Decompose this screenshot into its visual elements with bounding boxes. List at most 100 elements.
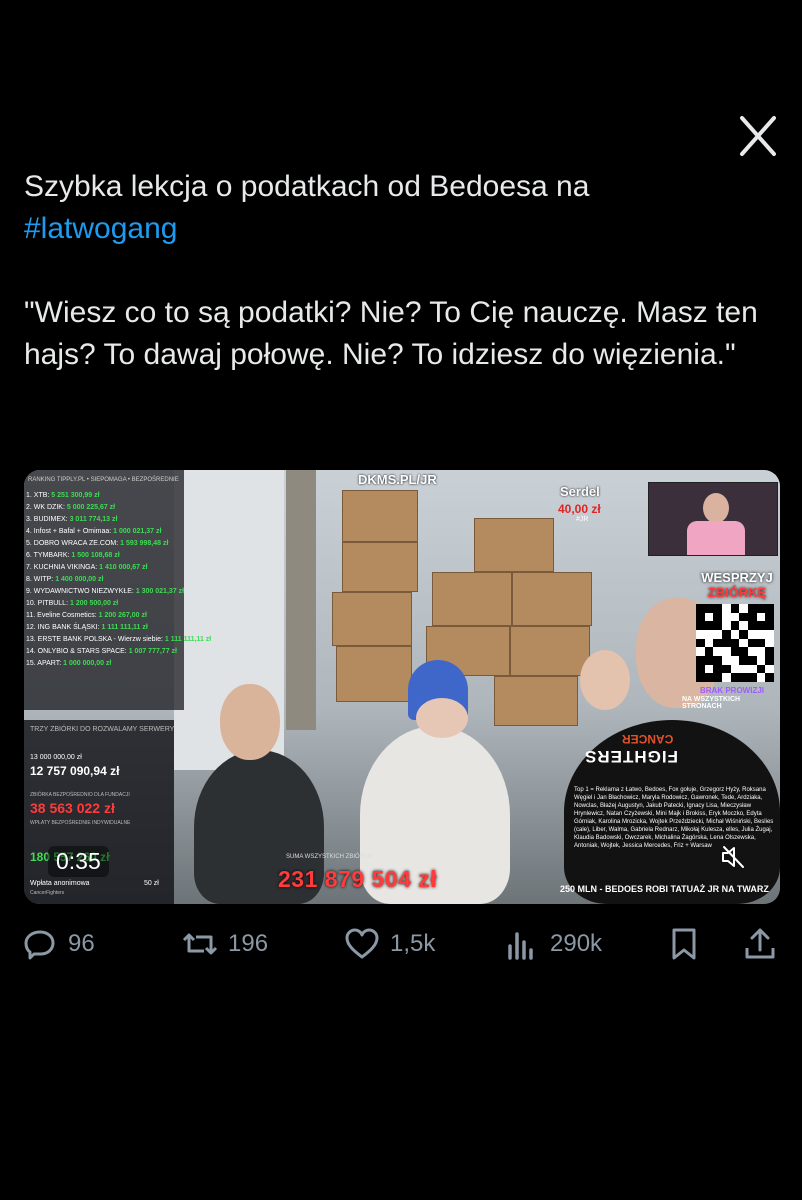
qr-cell	[722, 638, 731, 648]
ranking-item: 5. DOBRO WRACA ZE.COM: 1 593 998,48 zł	[26, 538, 211, 550]
repost-button[interactable]: 196	[182, 926, 268, 962]
tweet-text: Szybka lekcja o podatkach od Bedoesa na …	[24, 166, 784, 376]
qr-cell	[739, 673, 748, 682]
ranking-header: RANKING TIPPLY.PL • SIEPOMAGA • BEZPOŚRE…	[28, 477, 179, 483]
qr-cell	[713, 673, 722, 682]
ranking-item: 10. PITBULL: 1 200 500,00 zł	[26, 598, 211, 610]
mute-icon[interactable]	[720, 844, 746, 870]
ranking-label: 7. KUCHNIA VIKINGA:	[26, 564, 98, 571]
box	[432, 572, 512, 626]
reply-icon	[24, 930, 55, 960]
qr-cell	[696, 612, 705, 622]
ranking-amount: 5 251 300,99 zł	[51, 492, 100, 499]
ranking-amount: 1 000 021,37 zł	[113, 528, 162, 535]
qr-cell	[739, 612, 748, 622]
ranking-amount: 1 400 000,00 zł	[55, 576, 104, 583]
camera-inset	[648, 482, 778, 556]
ranking-item: 8. WITP: 1 400 000,00 zł	[26, 574, 211, 586]
repost-icon	[182, 933, 218, 955]
ranking-list: 1. XTB: 5 251 300,99 zł 2. WK DZIK: 5 000…	[26, 490, 211, 670]
qr-cell	[730, 647, 740, 656]
ranking-label: 1. XTB:	[26, 492, 50, 499]
box	[336, 646, 412, 702]
stat-label: ZBIÓRKA BEZPOŚREDNIO DLA FUNDACJI	[30, 792, 130, 798]
ranking-item: 4. Infost + Bafal + Omimaa: 1 000 021,37…	[26, 526, 211, 538]
like-button[interactable]: 1,5k	[344, 926, 435, 962]
donor-sub: #JR	[576, 516, 589, 523]
bookmark-button[interactable]	[666, 926, 702, 962]
qr-cell	[713, 638, 722, 648]
ranking-item: 13. ERSTE BANK POLSKA - Wierzw siebie: 1…	[26, 634, 211, 646]
close-icon[interactable]	[736, 114, 780, 158]
donor-name: Serdel	[560, 484, 600, 499]
ranking-label: 13. ERSTE BANK POLSKA - Wierzw siebie:	[26, 636, 163, 643]
qr-cell	[765, 656, 774, 665]
reply-count: 96	[68, 930, 95, 957]
ranking-label: 15. APART:	[26, 660, 62, 667]
qr-cell	[748, 638, 757, 648]
ranking-amount: 1 111 111,11 zł	[101, 624, 148, 631]
no-commission: BRAK PROWIZJI	[700, 686, 764, 695]
box	[342, 490, 418, 542]
qr-cell	[722, 630, 731, 639]
views-button[interactable]: 290k	[504, 926, 602, 962]
qr-cell	[704, 673, 714, 682]
qr-cell	[713, 656, 722, 665]
ranking-item: 15. APART: 1 000 000,00 zł	[26, 658, 211, 670]
repost-count: 196	[228, 930, 269, 957]
share-icon	[745, 928, 775, 959]
hashtag-link[interactable]: #latwogang	[24, 212, 177, 245]
ranking-item: 1. XTB: 5 251 300,99 zł	[26, 490, 211, 502]
ranking-label: 6. TYMBARK:	[26, 552, 70, 559]
qr-cell	[704, 621, 714, 630]
box	[512, 572, 592, 626]
box	[474, 518, 554, 572]
tweet-line: Szybka lekcja o podatkach od Bedoesa na	[24, 170, 590, 203]
bookmark-icon	[672, 928, 696, 960]
ranking-item: 14. ONLYBIO & STARS SPACE: 1 007 777,77 …	[26, 646, 211, 658]
qr-cell	[730, 638, 740, 648]
ranking-amount: 1 300 021,37 zł	[135, 588, 185, 595]
box	[510, 626, 590, 676]
ranking-label: 9. WYDAWNICTWO NIEZWYKŁE:	[26, 588, 134, 595]
person-head	[580, 650, 630, 710]
ranking-label: 14. ONLYBIO & STARS SPACE:	[26, 648, 127, 655]
total-label: SUMA WSZYSTKICH ZBIÓREK	[286, 854, 373, 860]
qr-cell	[739, 647, 748, 656]
qr-cell	[730, 604, 740, 613]
credits-text: Top 1 = Reklama z Łatwo, Bedoes, Fox goł…	[574, 787, 774, 849]
camera-face	[703, 493, 729, 523]
qr-cell	[748, 673, 757, 682]
qr-cell	[748, 604, 757, 613]
qr-cell	[765, 604, 774, 613]
ranking-item: 6. TYMBARK: 1 500 108,68 zł	[26, 550, 211, 562]
qr-cell	[765, 621, 774, 630]
share-button[interactable]	[742, 926, 778, 962]
ranking-label: 2. WK DZIK:	[26, 504, 65, 511]
stat-label: WPŁATY BEZPOŚREDNIE INDYWIDUALNE	[30, 820, 131, 826]
qr-cell	[730, 673, 740, 682]
stats-header: TRZY ZBIÓRKI DO ROZWALAMY SERWERY	[30, 726, 175, 733]
person-head	[416, 698, 468, 738]
qr-cell	[696, 621, 705, 630]
qr-cell	[696, 673, 705, 682]
qr-cell	[756, 621, 766, 630]
ranking-label: 10. PITBULL:	[26, 600, 69, 607]
qr-cell	[748, 612, 757, 622]
like-icon	[345, 928, 379, 959]
qr-cell	[704, 656, 714, 665]
ranking-label: 3. BUDIMEX:	[26, 516, 68, 523]
qr-cell	[739, 656, 748, 665]
qr-cell	[704, 647, 714, 656]
views-icon	[508, 932, 533, 960]
ranking-item: 3. BUDIMEX: 3 011 774,13 zł	[26, 514, 211, 526]
qr-cell	[756, 638, 766, 648]
action-bar: 96 196 1,5k 290k	[0, 920, 802, 970]
reply-button[interactable]: 96	[22, 926, 95, 962]
ranking-amount: 1 410 000,67 zł	[99, 564, 148, 571]
qr-cell	[713, 664, 722, 674]
video-doorframe	[286, 470, 316, 730]
anon-sub: CancerFighters	[30, 890, 65, 896]
video-player[interactable]: CANCER FIGHTERS RANKING TIPPLY.PL • SIEP…	[24, 470, 780, 904]
qr-code-icon	[696, 604, 774, 682]
